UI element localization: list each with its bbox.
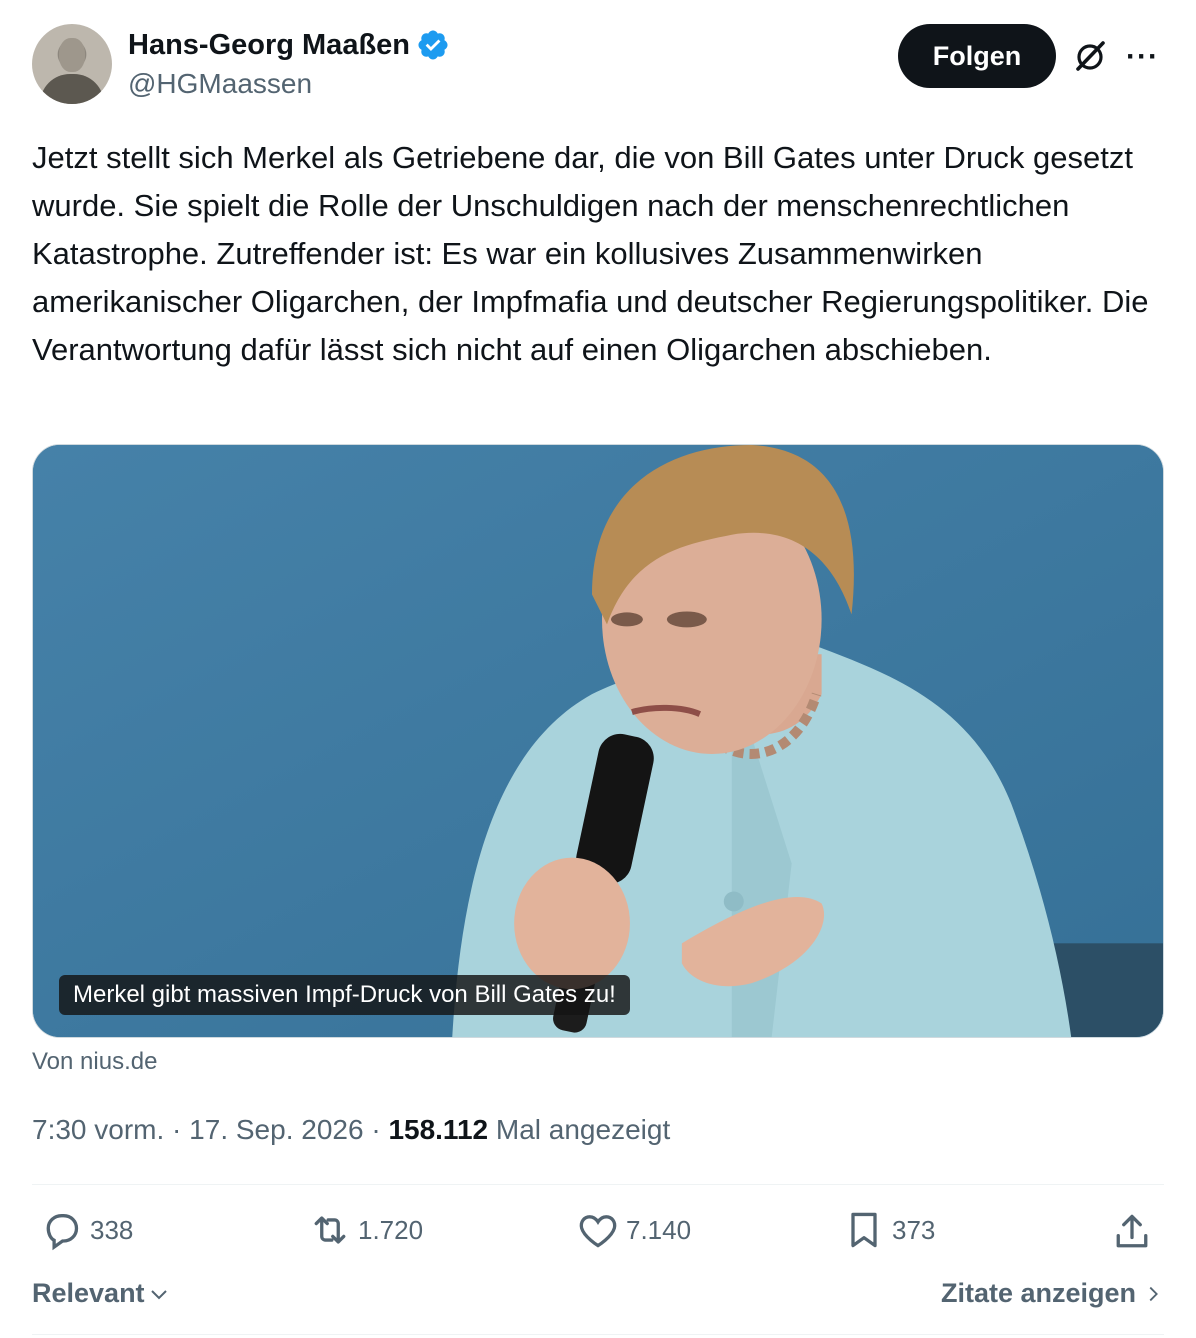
divider (32, 1334, 1164, 1335)
divider (32, 1184, 1164, 1185)
quotes-label: Zitate anzeigen (940, 1278, 1136, 1308)
author-handle[interactable]: @HGMaassen (128, 68, 312, 100)
tweet-text: Jetzt stellt sich Merkel als Getriebene … (32, 140, 1149, 367)
grok-icon[interactable] (1070, 36, 1110, 76)
heart-icon (579, 1215, 617, 1248)
author-display-name[interactable]: Hans-Georg Maaßen (128, 29, 410, 62)
video-frame-illustration (33, 445, 1163, 1037)
bookmark-button[interactable]: 373 (842, 1208, 935, 1252)
bookmark-count: 373 (892, 1214, 936, 1245)
sort-label: Relevant (32, 1278, 145, 1308)
avatar-shoulders (40, 74, 104, 104)
views-label: Mal angezeigt (495, 1114, 671, 1145)
share-icon[interactable] (1110, 1210, 1154, 1254)
views-count: 158.112 (388, 1114, 489, 1145)
tweet-time[interactable]: 7:30 vorm. (32, 1114, 164, 1145)
repost-icon (314, 1216, 346, 1244)
follow-button[interactable]: Folgen (898, 24, 1056, 88)
author-name-row: Hans-Georg Maaßen (128, 28, 450, 62)
verified-badge-icon (418, 30, 448, 60)
sort-dropdown[interactable]: Relevant (32, 1278, 171, 1309)
avatar-face (59, 38, 85, 72)
meta-separator: · (164, 1114, 190, 1145)
repost-button[interactable]: 1.720 (308, 1208, 423, 1252)
tweet-date[interactable]: 17. Sep. 2026 (189, 1114, 363, 1145)
view-quotes-link[interactable]: Zitate anzeigen (941, 1278, 1164, 1309)
reply-count: 338 (90, 1214, 134, 1245)
media-source[interactable]: Von nius.de (32, 1048, 157, 1076)
avatar[interactable] (32, 24, 112, 104)
meta-separator: · (363, 1114, 389, 1145)
more-icon[interactable]: ··· (1126, 40, 1166, 73)
reply-icon (46, 1214, 79, 1251)
tweet-meta: 7:30 vorm. · 17. Sep. 2026 · 158.112 Mal… (32, 1114, 670, 1146)
repost-count: 1.720 (358, 1214, 424, 1245)
like-count: 7.140 (626, 1214, 692, 1245)
reply-button[interactable]: 338 (40, 1208, 133, 1252)
chevron-right-icon (1149, 1286, 1158, 1301)
video-media[interactable]: Merkel gibt massiven Impf-Druck von Bill… (32, 444, 1164, 1038)
chevron-down-icon (150, 1289, 167, 1299)
video-caption: Merkel gibt massiven Impf-Druck von Bill… (59, 975, 630, 1015)
like-button[interactable]: 7.140 (576, 1208, 691, 1252)
bookmark-icon (851, 1212, 877, 1248)
